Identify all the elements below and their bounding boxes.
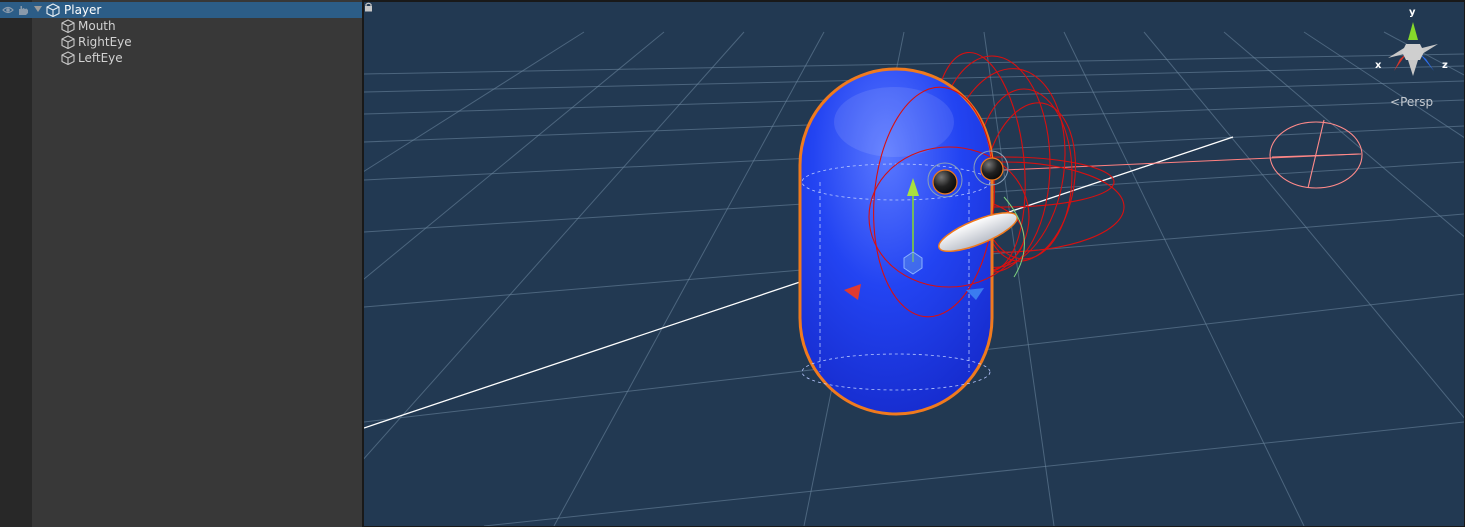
hierarchy-item-player[interactable]: Player [0,2,362,18]
gameobject-cube-icon [61,19,75,34]
projection-toggle[interactable]: <Persp [1390,95,1433,109]
hierarchy-item-lefteye[interactable]: LeftEye [0,50,362,66]
visibility-eye-icon[interactable] [2,6,14,14]
hierarchy-item-label: LeftEye [78,51,123,65]
hierarchy-item-mouth[interactable]: Mouth [0,18,362,34]
hierarchy-item-righteye[interactable]: RightEye [0,34,362,50]
pickable-hand-icon[interactable] [19,6,28,15]
gizmo-y-label: y [1409,7,1416,18]
foldout-arrow-icon[interactable] [34,6,42,12]
gameobject-cube-icon [61,51,75,66]
projection-label: Persp [1400,95,1434,109]
hierarchy-item-label: Player [64,3,102,17]
hierarchy-panel: Player Mouth RightEye LeftEye [0,0,362,527]
spotlight-target-gizmo [1269,119,1363,189]
hierarchy-item-label: Mouth [78,19,116,33]
lock-icon[interactable] [364,2,373,12]
hierarchy-item-label: RightEye [78,35,132,49]
gameobject-cube-icon [46,3,60,18]
chevron-left-icon: < [1390,95,1401,109]
hierarchy-gutter [0,0,32,527]
gizmo-z-label: z [1442,60,1448,71]
gizmo-x-label: x [1375,60,1382,71]
row-toggles [2,4,32,16]
gameobject-cube-icon [61,35,75,50]
scene-view[interactable]: y x z <Persp [364,2,1464,526]
